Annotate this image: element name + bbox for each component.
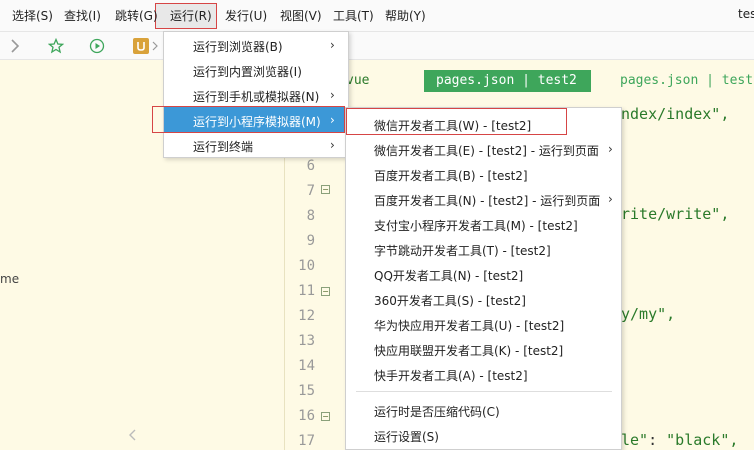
- chevron-right-icon: ›: [330, 88, 335, 102]
- menu-item-label: 运行设置(S): [374, 430, 439, 444]
- menu-bar: 选择(S) 查找(I) 跳转(G) 运行(R) 发行(U) 视图(V) 工具(T…: [0, 0, 754, 32]
- play-circle-icon[interactable]: [88, 37, 106, 55]
- line-number: 11: [298, 283, 315, 299]
- menu-select[interactable]: 选择(S): [12, 7, 53, 24]
- line-number: 16: [298, 408, 315, 424]
- menu-item-label: 运行到小程序模拟器(M): [193, 115, 321, 129]
- menu-item-label: 华为快应用开发者工具(U) - [test2]: [374, 319, 565, 333]
- menu-item-run-phone[interactable]: 运行到手机或模拟器(N) ›: [164, 82, 348, 107]
- line-number: 10: [298, 258, 315, 274]
- chevron-right-icon: ›: [330, 38, 335, 52]
- menu-item-label: QQ开发者工具(N) - [test2]: [374, 269, 524, 283]
- menu-item-label: 快应用联盟开发者工具(K) - [test2]: [374, 344, 564, 358]
- menu-item-run-builtin-browser[interactable]: 运行到内置浏览器(I): [164, 57, 348, 82]
- line-number: 15: [298, 383, 315, 399]
- code-style-key: le": [621, 431, 649, 449]
- chevron-right-icon: ›: [608, 142, 613, 156]
- menu-item-360-devtools[interactable]: 360开发者工具(S) - [test2]: [346, 286, 621, 311]
- sidebar-item-partial[interactable]: me: [0, 272, 19, 286]
- star-icon[interactable]: [47, 37, 65, 55]
- project-sidebar: me: [0, 61, 160, 450]
- code-fragment-write: rite/write",: [621, 205, 730, 223]
- menu-item-compress-code-toggle[interactable]: 运行时是否压缩代码(C): [346, 397, 621, 422]
- menu-item-label: 百度开发者工具(N) - [test2] - 运行到页面: [374, 194, 601, 208]
- chevron-right-icon: ›: [330, 113, 335, 127]
- menu-item-alipay-devtools[interactable]: 支付宝小程序开发者工具(M) - [test2]: [346, 211, 621, 236]
- menu-publish[interactable]: 发行(U): [225, 7, 267, 24]
- menu-item-kuaishou-devtools[interactable]: 快手开发者工具(A) - [test2]: [346, 361, 621, 386]
- run-menu-dropdown: 运行到浏览器(B) › 运行到内置浏览器(I) 运行到手机或模拟器(N) › 运…: [163, 31, 349, 158]
- fold-minus-icon[interactable]: −: [321, 412, 330, 421]
- menu-item-label: 运行到浏览器(B): [193, 40, 283, 54]
- menu-tools[interactable]: 工具(T): [333, 7, 374, 24]
- line-number: 7: [306, 183, 315, 199]
- line-number: 6: [306, 158, 315, 174]
- menu-item-label: 运行到终端: [193, 140, 254, 154]
- code-style-sep: :: [648, 431, 667, 449]
- tab-pages-json-test2[interactable]: pages.json | test2: [436, 73, 577, 88]
- code-fragment-index: ndex/index",: [621, 105, 730, 123]
- menu-item-label: 运行到手机或模拟器(N): [193, 90, 320, 104]
- menu-run[interactable]: 运行(R): [170, 7, 212, 24]
- chevron-right-icon[interactable]: [8, 38, 22, 54]
- breadcrumb-chevron-icon: [151, 40, 159, 52]
- menu-item-label: 字节跳动开发者工具(T) - [test2]: [374, 244, 551, 258]
- line-number: 14: [298, 358, 315, 374]
- tab-active-bg[interactable]: pages.json | test2: [424, 70, 591, 92]
- toolbar: [0, 32, 754, 60]
- tab-vue[interactable]: vue: [346, 73, 369, 88]
- code-style-value: "black",: [666, 431, 739, 449]
- menu-item-huawei-quickapp-devtools[interactable]: 华为快应用开发者工具(U) - [test2]: [346, 311, 621, 336]
- menu-item-run-terminal[interactable]: 运行到终端 ›: [164, 132, 348, 157]
- menu-goto[interactable]: 跳转(G): [115, 7, 158, 24]
- menu-separator: [356, 391, 612, 392]
- menu-item-bytedance-devtools[interactable]: 字节跳动开发者工具(T) - [test2]: [346, 236, 621, 261]
- menu-item-run-settings[interactable]: 运行设置(S): [346, 422, 621, 447]
- menu-item-run-miniprogram[interactable]: 运行到小程序模拟器(M) ›: [164, 107, 348, 132]
- fold-minus-icon[interactable]: −: [321, 287, 330, 296]
- line-number: 9: [306, 233, 315, 249]
- menu-item-quickapp-alliance-devtools[interactable]: 快应用联盟开发者工具(K) - [test2]: [346, 336, 621, 361]
- menu-item-baidu-devtools[interactable]: 百度开发者工具(B) - [test2]: [346, 161, 621, 186]
- line-number: 13: [298, 333, 315, 349]
- chevron-right-icon: ›: [608, 192, 613, 206]
- menu-item-label: 支付宝小程序开发者工具(M) - [test2]: [374, 219, 578, 233]
- fold-minus-icon[interactable]: −: [321, 185, 330, 194]
- line-number: 17: [298, 433, 315, 449]
- menu-view[interactable]: 视图(V): [280, 7, 322, 24]
- menu-item-label: 运行到内置浏览器(I): [193, 65, 302, 79]
- chevron-right-icon: ›: [330, 138, 335, 152]
- line-number: 8: [306, 208, 315, 224]
- menu-item-label: 百度开发者工具(B) - [test2]: [374, 169, 528, 183]
- collapse-chevron-icon[interactable]: [128, 429, 138, 444]
- menu-item-label: 微信开发者工具(E) - [test2] - 运行到页面: [374, 144, 599, 158]
- uniapp-logo-icon[interactable]: [133, 38, 149, 54]
- menu-item-wechat-devtools[interactable]: 微信开发者工具(W) - [test2]: [346, 111, 621, 136]
- menu-item-run-browser[interactable]: 运行到浏览器(B) ›: [164, 32, 348, 57]
- window-title-partial: tes: [738, 7, 754, 21]
- menu-help[interactable]: 帮助(Y): [385, 7, 426, 24]
- menu-item-label: 快手开发者工具(A) - [test2]: [374, 369, 528, 383]
- menu-item-qq-devtools[interactable]: QQ开发者工具(N) - [test2]: [346, 261, 621, 286]
- code-fragment-my: y/my",: [621, 305, 676, 323]
- menu-item-label: 运行时是否压缩代码(C): [374, 405, 500, 419]
- tab-pages-json-test1[interactable]: pages.json | test1: [620, 73, 754, 88]
- code-fragment-style: le": "black",: [621, 431, 738, 449]
- miniprogram-submenu: 微信开发者工具(W) - [test2] 微信开发者工具(E) - [test2…: [345, 107, 622, 450]
- menu-item-baidu-devtools-page[interactable]: 百度开发者工具(N) - [test2] - 运行到页面 ›: [346, 186, 621, 211]
- menu-find[interactable]: 查找(I): [64, 7, 101, 24]
- menu-item-label: 360开发者工具(S) - [test2]: [374, 294, 526, 308]
- menu-item-label: 微信开发者工具(W) - [test2]: [374, 119, 532, 133]
- menu-item-wechat-devtools-page[interactable]: 微信开发者工具(E) - [test2] - 运行到页面 ›: [346, 136, 621, 161]
- line-number: 12: [298, 308, 315, 324]
